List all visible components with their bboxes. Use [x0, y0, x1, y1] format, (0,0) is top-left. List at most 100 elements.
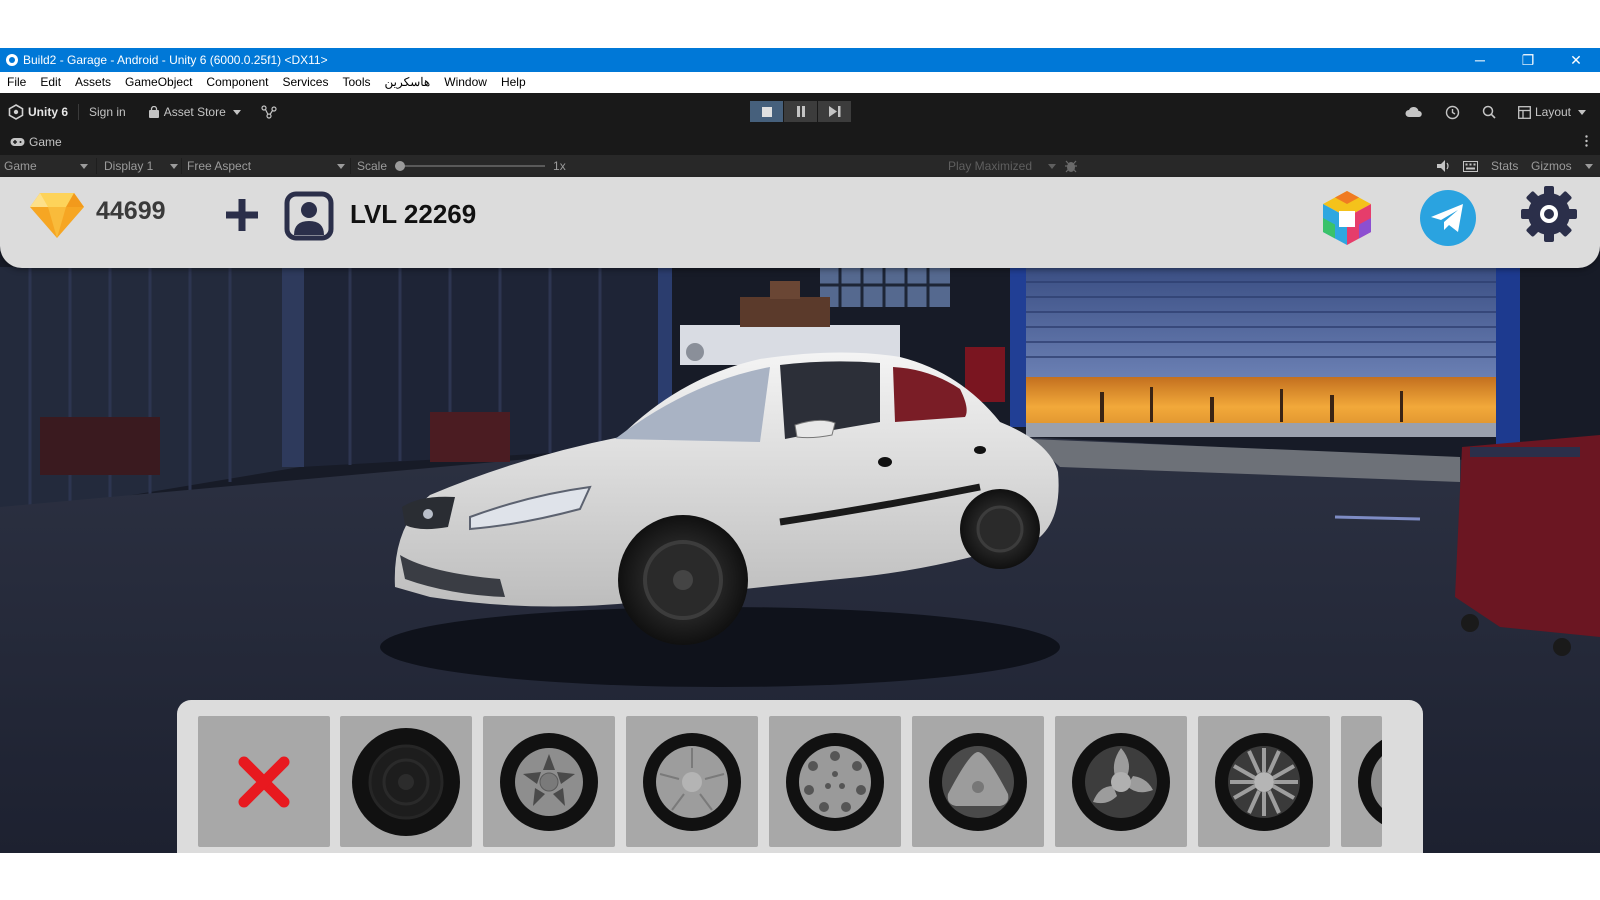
history-icon[interactable] [1445, 105, 1460, 120]
display-value: Display 1 [104, 159, 154, 173]
minimize-button[interactable]: ─ [1456, 48, 1504, 72]
aspect-dropdown[interactable]: Free Aspect [187, 155, 347, 177]
sign-in-button[interactable]: Sign in [89, 105, 126, 119]
chevron-down-icon [337, 163, 345, 169]
search-icon[interactable] [1482, 105, 1496, 119]
wheel-plain-icon [352, 727, 460, 836]
wheel-hubcap-icon [643, 732, 741, 831]
mute-audio-button[interactable] [1437, 155, 1451, 177]
game-view-controls: Game Display 1 Free Aspect Scale 1x Play… [0, 155, 1600, 177]
colorful-cube-icon[interactable] [1318, 189, 1376, 247]
stats-label: Stats [1491, 159, 1519, 173]
chevron-down-icon [1585, 163, 1593, 169]
restore-button[interactable]: ❐ [1504, 48, 1552, 72]
wheel-triangle-icon [929, 732, 1027, 831]
wheel-option-2[interactable] [483, 716, 615, 847]
play-controls [750, 101, 851, 122]
wheel-option-1[interactable] [340, 716, 472, 847]
wheel-option-5[interactable] [912, 716, 1044, 847]
profile-avatar-button[interactable] [284, 191, 334, 241]
tab-game[interactable]: Game [10, 135, 62, 149]
menu-edit[interactable]: Edit [33, 72, 68, 93]
asset-store-label: Asset Store [163, 105, 226, 119]
scale-value: 1x [553, 159, 566, 173]
layout-icon [1518, 105, 1531, 119]
window-title-bar: Build2 - Garage - Android - Unity 6 (600… [0, 48, 1600, 72]
menu-window[interactable]: Window [437, 72, 494, 93]
version-control-button[interactable] [261, 105, 277, 119]
wheel-selection-panel [177, 700, 1423, 853]
remove-wheel-slot[interactable] [198, 716, 330, 847]
wheel-option-8[interactable] [1341, 716, 1382, 847]
menu-file[interactable]: File [0, 72, 33, 93]
menu-component[interactable]: Component [199, 72, 275, 93]
stats-button[interactable]: Stats [1491, 155, 1518, 177]
close-button[interactable]: ✕ [1552, 48, 1600, 72]
unity-toolbar: Unity 6 Sign in Asset Store Layout [0, 93, 1600, 131]
settings-gear-icon[interactable] [1520, 185, 1578, 243]
stop-button[interactable] [750, 101, 783, 122]
cloud-icon[interactable] [1405, 106, 1423, 118]
scale-slider-thumb[interactable] [395, 161, 406, 171]
branch-icon [261, 105, 277, 119]
frame-debugger-button[interactable] [1064, 155, 1078, 177]
wheel-holes-icon [786, 732, 884, 831]
play-mode-dropdown[interactable]: Play Maximized [948, 155, 1056, 177]
wheel-option-6[interactable] [1055, 716, 1187, 847]
menu-gameobject[interactable]: GameObject [118, 72, 199, 93]
screen: Build2 - Garage - Android - Unity 6 (600… [0, 0, 1600, 900]
unity-brand-label: Unity 6 [28, 105, 69, 119]
gizmos-dropdown[interactable] [1585, 155, 1593, 177]
stop-icon [761, 106, 772, 117]
speaker-icon [1437, 160, 1449, 172]
coin-balance: 44699 [96, 197, 166, 225]
toolbar-separator [78, 104, 80, 120]
step-button[interactable] [818, 101, 851, 122]
menu-help[interactable]: Help [494, 72, 533, 93]
wheel-curved-spoke-icon [1072, 732, 1170, 831]
keyboard-icon [1463, 160, 1478, 172]
game-mode-dropdown[interactable]: Game [4, 155, 90, 177]
menu-tools[interactable]: Tools [335, 72, 377, 93]
menu-assets[interactable]: Assets [68, 72, 118, 93]
wheel-partial-icon [1358, 739, 1382, 824]
chevron-down-icon [1578, 109, 1586, 115]
unity-app-icon [5, 53, 19, 67]
wheel-multi-spoke-icon [1215, 732, 1313, 831]
display-dropdown[interactable]: Display 1 [104, 155, 178, 177]
chevron-down-icon [232, 109, 241, 115]
pause-button[interactable] [784, 101, 817, 122]
unity-account-button[interactable]: Unity 6 [8, 104, 68, 120]
asset-store-button[interactable]: Asset Store [148, 105, 241, 119]
bag-icon [148, 105, 159, 118]
player-level: LVL 22269 [350, 199, 477, 229]
layout-label: Layout [1534, 105, 1571, 119]
remove-icon [238, 756, 290, 807]
toggle-keyboard-button[interactable] [1463, 155, 1478, 177]
scale-slider[interactable] [395, 161, 546, 171]
telegram-icon[interactable] [1419, 189, 1477, 247]
wheel-option-4[interactable] [769, 716, 901, 847]
add-coins-button[interactable] [224, 197, 260, 233]
bottom-margin [0, 853, 1600, 900]
play-mode-value: Play Maximized [948, 159, 1033, 173]
menu-services[interactable]: Services [275, 72, 335, 93]
pause-icon [796, 106, 805, 117]
gizmos-button[interactable]: Gizmos [1531, 155, 1572, 177]
chevron-down-icon [170, 163, 178, 169]
chevron-down-icon [1048, 163, 1056, 169]
scale-control: Scale 1x [357, 155, 577, 177]
scale-slider-track [395, 165, 546, 167]
more-options-icon[interactable] [1585, 135, 1588, 150]
hud-top-bar: 44699 LVL 22269 [0, 177, 1600, 268]
unity-logo-icon [8, 104, 24, 120]
game-mode-value: Game [4, 159, 37, 173]
step-icon [828, 106, 840, 117]
menu-custom-persian[interactable]: هاسکرین [377, 72, 437, 93]
layout-dropdown[interactable]: Layout [1518, 105, 1586, 119]
wheel-option-7[interactable] [1198, 716, 1330, 847]
bug-icon [1065, 160, 1077, 173]
diamond-icon [30, 193, 84, 238]
wheel-option-3[interactable] [626, 716, 758, 847]
aspect-value: Free Aspect [187, 159, 252, 173]
